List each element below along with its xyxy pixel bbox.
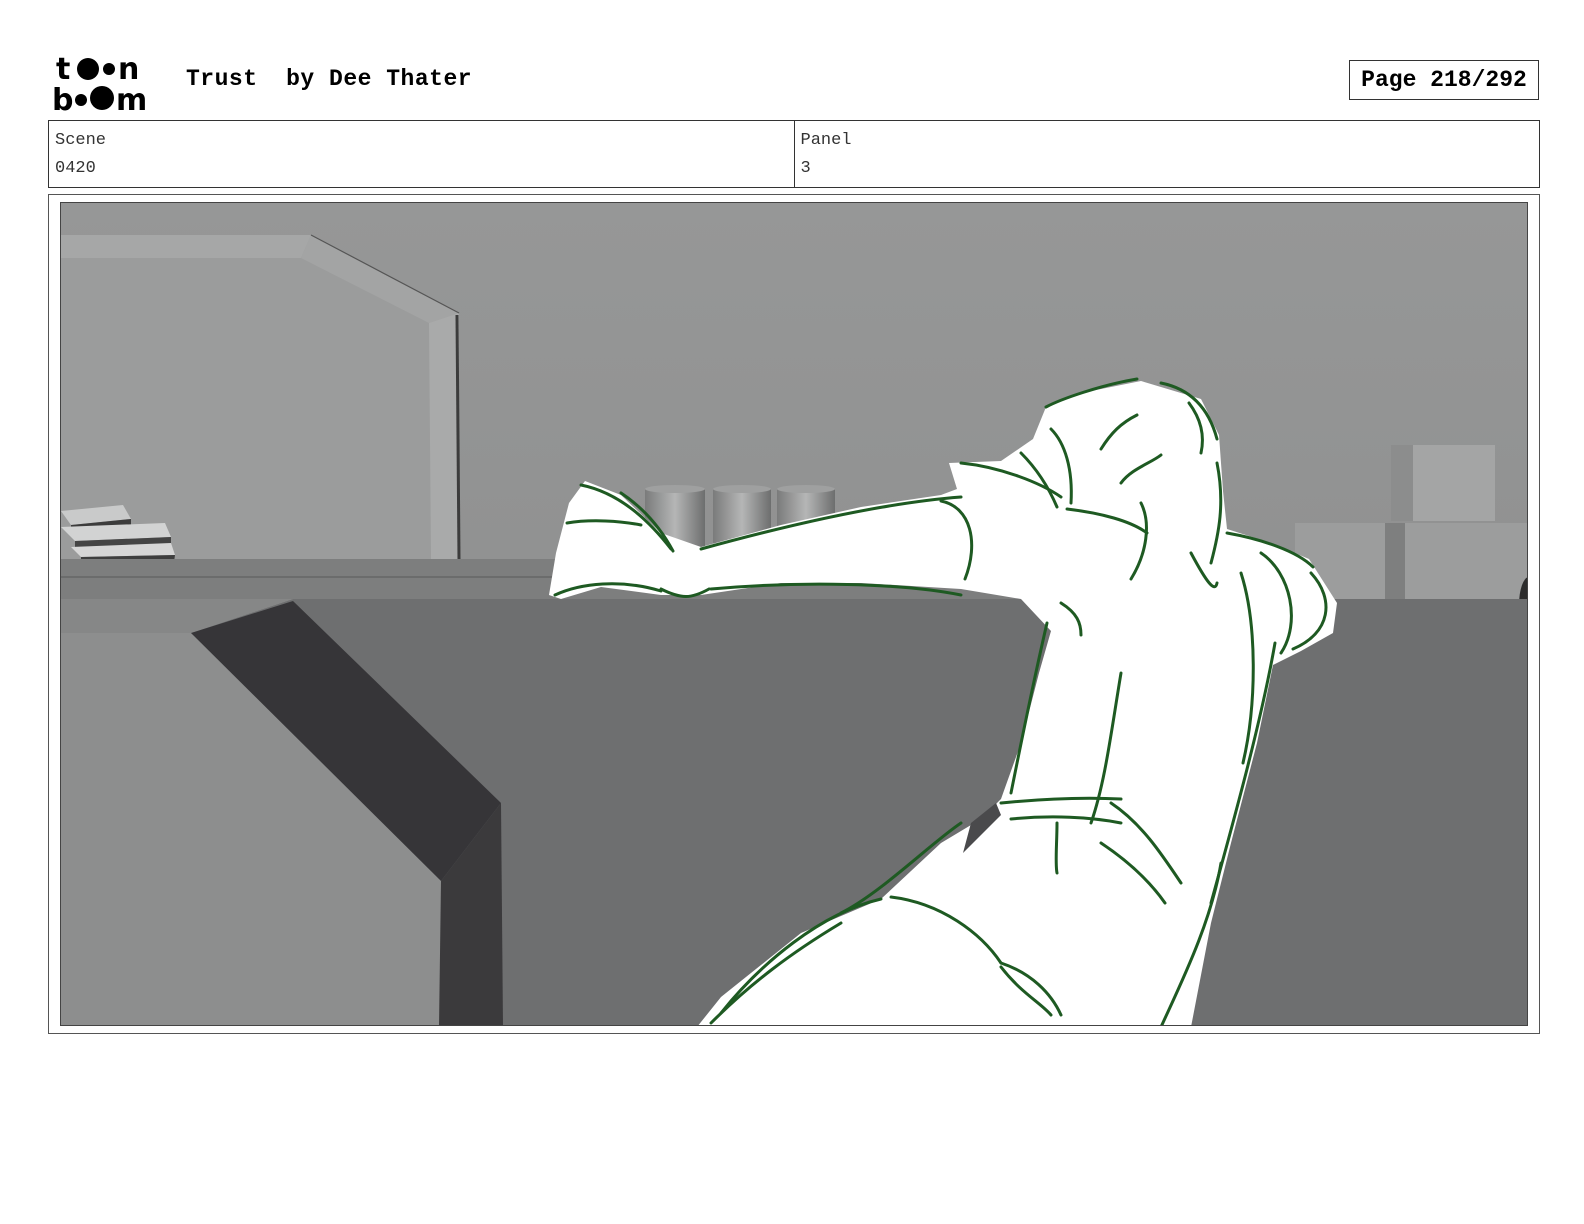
svg-text:b: b: [52, 83, 73, 112]
scene-cell: Scene 0420: [49, 121, 794, 187]
panel-value: 3: [800, 159, 811, 178]
scene-value: 0420: [55, 159, 96, 178]
page-number-label: Page 218/292: [1361, 67, 1527, 93]
page-number: Page 218/292: [1349, 60, 1539, 100]
svg-text:n: n: [118, 52, 139, 87]
storyboard-panel-image: [60, 202, 1528, 1026]
toon-boom-logo: t n b m: [52, 52, 164, 118]
scene-panel-info: Scene 0420 Panel 3: [48, 120, 1540, 188]
scene-label: Scene: [55, 131, 107, 150]
svg-text:t: t: [56, 52, 70, 87]
svg-text:m: m: [116, 83, 147, 112]
document-title: Trust by Dee Thater: [186, 66, 473, 92]
panel-label: Panel: [800, 131, 852, 150]
storyboard-drawing: [61, 203, 1527, 1025]
panel-cell: Panel 3: [793, 121, 1540, 187]
